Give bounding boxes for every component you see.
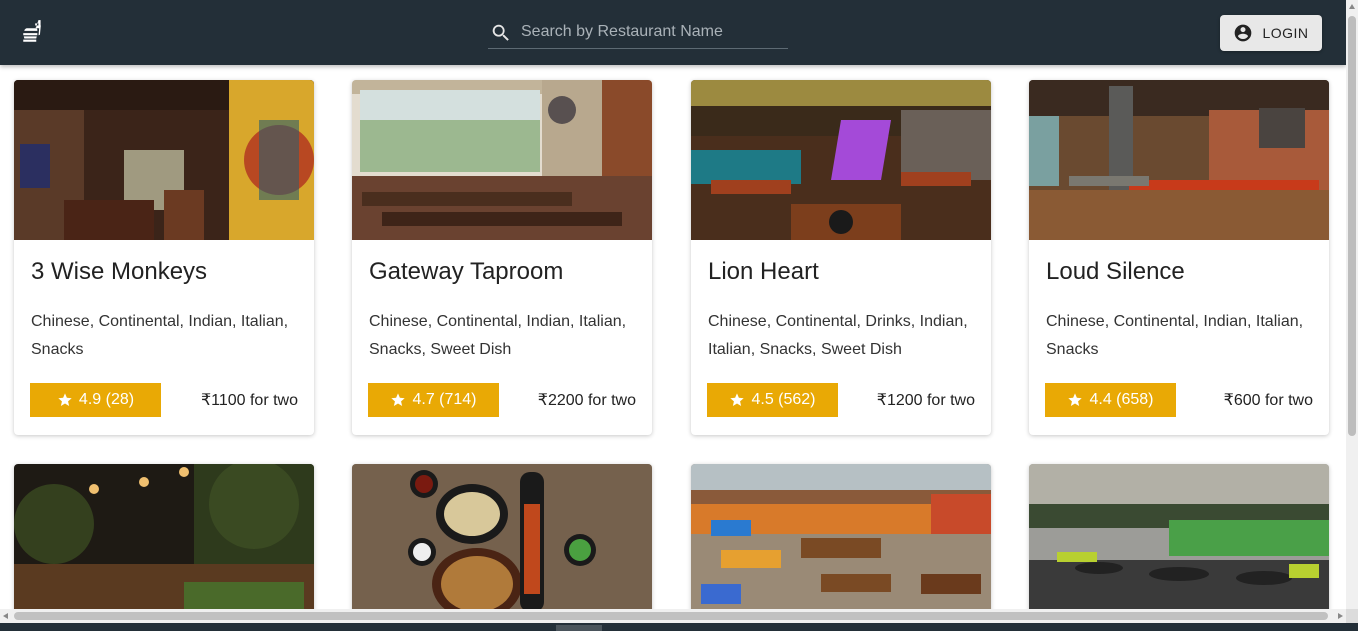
footer-tab — [556, 625, 602, 631]
account-circle-icon — [1235, 24, 1252, 42]
rating-badge: 4.4 (658) — [1045, 383, 1176, 417]
restaurant-card[interactable] — [14, 464, 314, 609]
restaurant-cuisines: Chinese, Continental, Indian, Italian, S… — [369, 313, 627, 358]
star-icon — [729, 392, 745, 408]
login-label: LOGIN — [1262, 25, 1309, 41]
restaurant-photo — [352, 80, 652, 240]
horizontal-scrollbar[interactable] — [0, 609, 1346, 623]
restaurant-cuisines: Chinese, Continental, Drinks, Indian, It… — [708, 313, 968, 358]
restaurant-name: Loud Silence — [1046, 258, 1185, 285]
scroll-right-arrow-icon[interactable] — [1338, 613, 1343, 619]
restaurant-card[interactable] — [691, 464, 991, 609]
scroll-up-arrow-icon[interactable] — [1349, 4, 1355, 9]
restaurant-photo — [691, 464, 991, 609]
restaurant-photo — [14, 464, 314, 609]
rating-badge: 4.5 (562) — [707, 383, 838, 417]
app-bar: LOGIN — [0, 0, 1346, 65]
restaurant-cuisines: Chinese, Continental, Indian, Italian, S… — [1046, 313, 1304, 358]
search-icon — [492, 24, 509, 41]
restaurant-card[interactable]: Loud Silence Chinese, Continental, India… — [1029, 80, 1329, 435]
restaurant-photo — [14, 80, 314, 240]
restaurant-photo — [1029, 80, 1329, 240]
star-icon — [1067, 392, 1083, 408]
fastfood-icon[interactable] — [20, 19, 46, 45]
scrollbar-corner — [1346, 609, 1358, 623]
cost-for-two: ₹600 for two — [1223, 392, 1313, 409]
rating-value: 4.9 (28) — [78, 391, 135, 408]
login-button[interactable]: LOGIN — [1220, 15, 1322, 51]
vertical-scrollbar[interactable] — [1346, 0, 1358, 609]
rating-value: 4.5 (562) — [751, 391, 816, 408]
restaurant-card[interactable]: Lion Heart Chinese, Continental, Drinks,… — [691, 80, 991, 435]
footer-strip — [0, 623, 1358, 631]
restaurant-card[interactable] — [1029, 464, 1329, 609]
restaurant-photo — [1029, 464, 1329, 609]
restaurant-name: 3 Wise Monkeys — [31, 258, 208, 285]
restaurant-card[interactable]: Gateway Taproom Chinese, Continental, In… — [352, 80, 652, 435]
scroll-left-arrow-icon[interactable] — [3, 613, 8, 619]
star-icon — [57, 392, 73, 408]
restaurant-card[interactable]: 3 Wise Monkeys Chinese, Continental, Ind… — [14, 80, 314, 435]
restaurant-photo — [352, 464, 652, 609]
restaurant-name: Lion Heart — [708, 258, 819, 285]
restaurant-photo — [691, 80, 991, 240]
rating-badge: 4.7 (714) — [368, 383, 499, 417]
vertical-scroll-thumb[interactable] — [1348, 16, 1356, 436]
rating-value: 4.7 (714) — [412, 391, 477, 408]
restaurant-cuisines: Chinese, Continental, Indian, Italian, S… — [31, 313, 289, 358]
search-input[interactable] — [521, 18, 781, 46]
restaurant-name: Gateway Taproom — [369, 258, 564, 285]
cost-for-two: ₹2200 for two — [537, 392, 636, 409]
cost-for-two: ₹1200 for two — [876, 392, 975, 409]
rating-value: 4.4 (658) — [1089, 391, 1154, 408]
restaurant-card[interactable] — [352, 464, 652, 609]
star-icon — [390, 392, 406, 408]
horizontal-scroll-thumb[interactable] — [14, 612, 1328, 620]
restaurant-grid: 3 Wise Monkeys Chinese, Continental, Ind… — [0, 65, 1346, 609]
rating-badge: 4.9 (28) — [30, 383, 161, 417]
cost-for-two: ₹1100 for two — [200, 392, 298, 409]
search-bar — [488, 18, 788, 49]
